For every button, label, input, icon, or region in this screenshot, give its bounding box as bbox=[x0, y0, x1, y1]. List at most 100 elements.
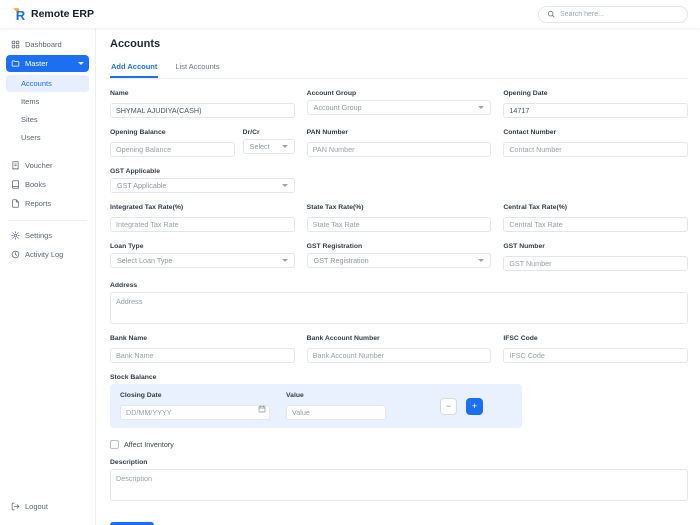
ifsc-code-input[interactable] bbox=[503, 348, 688, 363]
opening-balance-label: Opening Balance bbox=[110, 129, 166, 136]
field-dr-cr: Dr/Cr Select bbox=[242, 129, 295, 157]
tab-list-accounts[interactable]: List Accounts bbox=[174, 58, 220, 78]
gst-registration-select[interactable]: GST Registration bbox=[306, 253, 492, 268]
svg-text:R: R bbox=[16, 8, 26, 22]
form-row: GST Applicable GST Applicable bbox=[110, 168, 688, 193]
account-group-label: Account Group bbox=[306, 90, 357, 97]
dr-cr-select[interactable]: Select bbox=[242, 139, 295, 154]
gst-number-label: GST Number bbox=[503, 243, 545, 250]
form-row: Name Account Group Account Group Opening… bbox=[110, 90, 688, 118]
gst-number-input[interactable] bbox=[503, 256, 688, 271]
sidebar-item-label: Activity Log bbox=[25, 250, 64, 259]
stock-balance-label: Stock Balance bbox=[110, 374, 157, 381]
opening-date-label: Opening Date bbox=[503, 90, 548, 97]
field-integrated-tax: Integrated Tax Rate(%) bbox=[110, 204, 295, 232]
name-input[interactable] bbox=[110, 103, 295, 118]
closing-date-label: Closing Date bbox=[120, 392, 162, 399]
stock-balance-section: Stock Balance Closing Date DD/MM/YYYY Va… bbox=[110, 374, 688, 428]
field-state-tax: State Tax Rate(%) bbox=[306, 204, 492, 232]
sidebar-item-items[interactable]: Items bbox=[6, 93, 89, 110]
gst-applicable-label: GST Applicable bbox=[110, 168, 160, 175]
gst-applicable-select[interactable]: GST Applicable bbox=[110, 178, 295, 193]
app-logo[interactable]: R Remote ERP bbox=[12, 7, 94, 22]
dr-cr-label: Dr/Cr bbox=[242, 129, 260, 136]
sidebar-item-activity-log[interactable]: Activity Log bbox=[6, 246, 89, 263]
sidebar-master-submenu: Accounts Items Sites Users bbox=[6, 75, 89, 147]
closing-date-input[interactable] bbox=[120, 405, 270, 420]
sidebar-item-dashboard[interactable]: Dashboard bbox=[6, 36, 89, 53]
sidebar-item-reports[interactable]: Reports bbox=[6, 195, 89, 212]
stock-value-input[interactable] bbox=[286, 405, 386, 420]
chevron-down-icon bbox=[478, 106, 485, 109]
field-gst-number: GST Number bbox=[503, 243, 688, 271]
stock-value-label: Value bbox=[286, 392, 304, 399]
sidebar-divider bbox=[8, 220, 87, 221]
sidebar-item-books[interactable]: Books bbox=[6, 176, 89, 193]
pan-number-label: PAN Number bbox=[306, 129, 349, 136]
state-tax-label: State Tax Rate(%) bbox=[306, 204, 364, 211]
address-textarea[interactable] bbox=[110, 292, 688, 324]
tab-add-account[interactable]: Add Account bbox=[110, 58, 159, 78]
field-loan-type: Loan Type Select Loan Type bbox=[110, 243, 295, 271]
sidebar-item-label: Books bbox=[25, 180, 46, 189]
pan-number-input[interactable] bbox=[306, 142, 492, 157]
form-row: Description bbox=[110, 459, 688, 501]
integrated-tax-label: Integrated Tax Rate(%) bbox=[110, 204, 184, 211]
field-closing-date: Closing Date bbox=[120, 392, 270, 420]
field-central-tax: Central Tax Rate(%) bbox=[503, 204, 688, 232]
sidebar-item-accounts[interactable]: Accounts bbox=[6, 75, 89, 92]
contact-number-input[interactable] bbox=[503, 142, 688, 157]
sidebar-item-label: Master bbox=[25, 59, 48, 68]
sidebar-item-label: Logout bbox=[25, 502, 48, 511]
closing-date-wrapper bbox=[120, 402, 270, 420]
sidebar-item-master[interactable]: Master bbox=[6, 55, 89, 72]
selected-value: GST Applicable bbox=[117, 181, 167, 190]
calendar-icon[interactable] bbox=[258, 405, 266, 413]
add-stock-row-button[interactable]: + bbox=[466, 397, 483, 415]
gst-registration-label: GST Registration bbox=[306, 243, 363, 250]
field-bank-account-number: Bank Account Number bbox=[306, 335, 492, 363]
loan-type-select[interactable]: Select Loan Type bbox=[110, 253, 295, 268]
form-row: Integrated Tax Rate(%) State Tax Rate(%)… bbox=[110, 204, 688, 232]
sidebar-item-logout[interactable]: Logout bbox=[6, 498, 89, 515]
sidebar-item-voucher[interactable]: Voucher bbox=[6, 157, 89, 174]
logout-icon bbox=[11, 502, 20, 511]
bank-name-input[interactable] bbox=[110, 348, 295, 363]
affect-inventory-checkbox[interactable] bbox=[110, 440, 119, 449]
central-tax-label: Central Tax Rate(%) bbox=[503, 204, 568, 211]
affect-inventory-row: Affect Inventory bbox=[110, 440, 688, 449]
field-gst-applicable: GST Applicable GST Applicable bbox=[110, 168, 295, 193]
field-name: Name bbox=[110, 90, 295, 118]
bank-account-number-input[interactable] bbox=[306, 348, 492, 363]
state-tax-input[interactable] bbox=[306, 217, 492, 232]
logo-icon: R bbox=[13, 8, 26, 22]
activity-log-icon bbox=[11, 250, 20, 259]
remove-stock-row-button[interactable]: − bbox=[440, 397, 457, 415]
sidebar-item-settings[interactable]: Settings bbox=[6, 227, 89, 244]
selected-value: Account Group bbox=[313, 103, 362, 112]
main-content: Accounts Add Account List Accounts Name … bbox=[96, 28, 700, 525]
chevron-down-icon bbox=[478, 259, 485, 262]
form-row: Address bbox=[110, 282, 688, 324]
dashboard-icon bbox=[11, 40, 20, 49]
search-input[interactable] bbox=[560, 10, 679, 18]
opening-date-input[interactable] bbox=[503, 103, 688, 118]
account-group-select[interactable]: Account Group bbox=[306, 100, 492, 115]
integrated-tax-input[interactable] bbox=[110, 217, 295, 232]
selected-value: Select Loan Type bbox=[117, 256, 173, 265]
field-stock-value: Value bbox=[286, 392, 386, 420]
search-icon bbox=[547, 10, 555, 18]
sidebar-item-sites[interactable]: Sites bbox=[6, 111, 89, 128]
central-tax-input[interactable] bbox=[503, 217, 688, 232]
search-bar bbox=[538, 5, 688, 23]
field-account-group: Account Group Account Group bbox=[306, 90, 492, 118]
opening-balance-input[interactable] bbox=[110, 142, 235, 157]
account-form: Name Account Group Account Group Opening… bbox=[110, 90, 688, 525]
ifsc-code-label: IFSC Code bbox=[503, 335, 538, 342]
description-textarea[interactable] bbox=[110, 469, 688, 501]
selected-value: GST Registration bbox=[313, 256, 369, 265]
field-contact-number: Contact Number bbox=[503, 129, 688, 157]
sidebar-item-users[interactable]: Users bbox=[6, 129, 89, 146]
field-bank-name: Bank Name bbox=[110, 335, 295, 363]
address-label: Address bbox=[110, 282, 138, 289]
